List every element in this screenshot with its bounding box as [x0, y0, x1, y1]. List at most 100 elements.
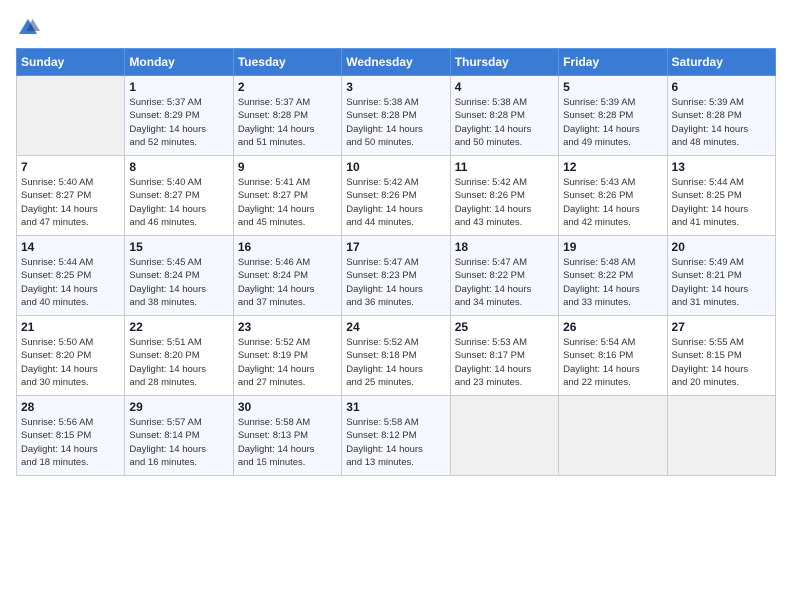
cell-info: Sunrise: 5:37 AM Sunset: 8:29 PM Dayligh…	[129, 96, 228, 149]
calendar-cell: 22 Sunrise: 5:51 AM Sunset: 8:20 PM Dayli…	[125, 316, 233, 396]
day-header-tuesday: Tuesday	[233, 49, 341, 76]
day-number: 25	[455, 320, 554, 334]
cell-info: Sunrise: 5:51 AM Sunset: 8:20 PM Dayligh…	[129, 336, 228, 389]
day-number: 20	[672, 240, 771, 254]
calendar-cell: 8 Sunrise: 5:40 AM Sunset: 8:27 PM Daylig…	[125, 156, 233, 236]
day-number: 12	[563, 160, 662, 174]
cell-info: Sunrise: 5:44 AM Sunset: 8:25 PM Dayligh…	[21, 256, 120, 309]
calendar-cell: 4 Sunrise: 5:38 AM Sunset: 8:28 PM Daylig…	[450, 76, 558, 156]
day-number: 14	[21, 240, 120, 254]
day-number: 23	[238, 320, 337, 334]
day-number: 5	[563, 80, 662, 94]
calendar-cell: 7 Sunrise: 5:40 AM Sunset: 8:27 PM Daylig…	[17, 156, 125, 236]
logo-area	[16, 16, 44, 40]
calendar-cell: 30Sunrise: 5:58 AM Sunset: 8:13 PM Dayli…	[233, 396, 341, 476]
cell-info: Sunrise: 5:42 AM Sunset: 8:26 PM Dayligh…	[346, 176, 445, 229]
week-row-2: 7 Sunrise: 5:40 AM Sunset: 8:27 PM Daylig…	[17, 156, 776, 236]
day-number: 10	[346, 160, 445, 174]
day-number: 27	[672, 320, 771, 334]
cell-info: Sunrise: 5:48 AM Sunset: 8:22 PM Dayligh…	[563, 256, 662, 309]
calendar-cell: 20Sunrise: 5:49 AM Sunset: 8:21 PM Dayli…	[667, 236, 775, 316]
week-row-5: 28 Sunrise: 5:56 AM Sunset: 8:15 PM Dayli…	[17, 396, 776, 476]
day-number: 29	[129, 400, 228, 414]
calendar-cell: 16 Sunrise: 5:46 AM Sunset: 8:24 PM Dayli…	[233, 236, 341, 316]
cell-info: Sunrise: 5:40 AM Sunset: 8:27 PM Dayligh…	[21, 176, 120, 229]
calendar-cell: 11 Sunrise: 5:42 AM Sunset: 8:26 PM Dayli…	[450, 156, 558, 236]
cell-info: Sunrise: 5:45 AM Sunset: 8:24 PM Dayligh…	[129, 256, 228, 309]
cell-info: Sunrise: 5:40 AM Sunset: 8:27 PM Dayligh…	[129, 176, 228, 229]
calendar-cell: 26 Sunrise: 5:54 AM Sunset: 8:16 PM Dayli…	[559, 316, 667, 396]
day-number: 13	[672, 160, 771, 174]
calendar-cell: 12 Sunrise: 5:43 AM Sunset: 8:26 PM Dayli…	[559, 156, 667, 236]
cell-info: Sunrise: 5:57 AM Sunset: 8:14 PM Dayligh…	[129, 416, 228, 469]
calendar-cell: 28 Sunrise: 5:56 AM Sunset: 8:15 PM Dayli…	[17, 396, 125, 476]
week-row-1: 1Sunrise: 5:37 AM Sunset: 8:29 PM Daylig…	[17, 76, 776, 156]
day-number: 22	[129, 320, 228, 334]
calendar-cell: 23 Sunrise: 5:52 AM Sunset: 8:19 PM Dayli…	[233, 316, 341, 396]
cell-info: Sunrise: 5:39 AM Sunset: 8:28 PM Dayligh…	[563, 96, 662, 149]
cell-info: Sunrise: 5:46 AM Sunset: 8:24 PM Dayligh…	[238, 256, 337, 309]
day-number: 19	[563, 240, 662, 254]
calendar-cell	[450, 396, 558, 476]
cell-info: Sunrise: 5:58 AM Sunset: 8:13 PM Dayligh…	[238, 416, 337, 469]
cell-info: Sunrise: 5:42 AM Sunset: 8:26 PM Dayligh…	[455, 176, 554, 229]
cell-info: Sunrise: 5:38 AM Sunset: 8:28 PM Dayligh…	[346, 96, 445, 149]
calendar-cell: 13Sunrise: 5:44 AM Sunset: 8:25 PM Dayli…	[667, 156, 775, 236]
day-number: 21	[21, 320, 120, 334]
day-number: 6	[672, 80, 771, 94]
calendar-cell: 10 Sunrise: 5:42 AM Sunset: 8:26 PM Dayli…	[342, 156, 450, 236]
week-row-4: 21 Sunrise: 5:50 AM Sunset: 8:20 PM Dayli…	[17, 316, 776, 396]
calendar-cell: 6 Sunrise: 5:39 AM Sunset: 8:28 PM Daylig…	[667, 76, 775, 156]
day-number: 4	[455, 80, 554, 94]
cell-info: Sunrise: 5:54 AM Sunset: 8:16 PM Dayligh…	[563, 336, 662, 389]
calendar-cell: 24 Sunrise: 5:52 AM Sunset: 8:18 PM Dayli…	[342, 316, 450, 396]
day-number: 9	[238, 160, 337, 174]
calendar-cell	[667, 396, 775, 476]
calendar-cell: 5 Sunrise: 5:39 AM Sunset: 8:28 PM Daylig…	[559, 76, 667, 156]
calendar-cell: 21 Sunrise: 5:50 AM Sunset: 8:20 PM Dayli…	[17, 316, 125, 396]
day-number: 8	[129, 160, 228, 174]
cell-info: Sunrise: 5:55 AM Sunset: 8:15 PM Dayligh…	[672, 336, 771, 389]
calendar-cell: 29 Sunrise: 5:57 AM Sunset: 8:14 PM Dayli…	[125, 396, 233, 476]
day-number: 28	[21, 400, 120, 414]
calendar-cell: 15 Sunrise: 5:45 AM Sunset: 8:24 PM Dayli…	[125, 236, 233, 316]
calendar-cell: 31 Sunrise: 5:58 AM Sunset: 8:12 PM Dayli…	[342, 396, 450, 476]
calendar-cell: 27 Sunrise: 5:55 AM Sunset: 8:15 PM Dayli…	[667, 316, 775, 396]
day-number: 24	[346, 320, 445, 334]
header	[16, 16, 776, 40]
day-number: 17	[346, 240, 445, 254]
week-row-3: 14 Sunrise: 5:44 AM Sunset: 8:25 PM Dayli…	[17, 236, 776, 316]
cell-info: Sunrise: 5:52 AM Sunset: 8:18 PM Dayligh…	[346, 336, 445, 389]
calendar-cell: 25 Sunrise: 5:53 AM Sunset: 8:17 PM Dayli…	[450, 316, 558, 396]
day-number: 16	[238, 240, 337, 254]
cell-info: Sunrise: 5:50 AM Sunset: 8:20 PM Dayligh…	[21, 336, 120, 389]
cell-info: Sunrise: 5:52 AM Sunset: 8:19 PM Dayligh…	[238, 336, 337, 389]
calendar-cell: 9 Sunrise: 5:41 AM Sunset: 8:27 PM Daylig…	[233, 156, 341, 236]
calendar-cell: 2Sunrise: 5:37 AM Sunset: 8:28 PM Daylig…	[233, 76, 341, 156]
cell-info: Sunrise: 5:39 AM Sunset: 8:28 PM Dayligh…	[672, 96, 771, 149]
day-number: 18	[455, 240, 554, 254]
day-header-thursday: Thursday	[450, 49, 558, 76]
day-header-monday: Monday	[125, 49, 233, 76]
day-number: 31	[346, 400, 445, 414]
calendar-table: SundayMondayTuesdayWednesdayThursdayFrid…	[16, 48, 776, 476]
cell-info: Sunrise: 5:47 AM Sunset: 8:23 PM Dayligh…	[346, 256, 445, 309]
cell-info: Sunrise: 5:47 AM Sunset: 8:22 PM Dayligh…	[455, 256, 554, 309]
cell-info: Sunrise: 5:43 AM Sunset: 8:26 PM Dayligh…	[563, 176, 662, 229]
day-number: 3	[346, 80, 445, 94]
day-number: 15	[129, 240, 228, 254]
logo-icon	[16, 16, 40, 40]
day-header-saturday: Saturday	[667, 49, 775, 76]
calendar-cell: 14 Sunrise: 5:44 AM Sunset: 8:25 PM Dayli…	[17, 236, 125, 316]
cell-info: Sunrise: 5:38 AM Sunset: 8:28 PM Dayligh…	[455, 96, 554, 149]
cell-info: Sunrise: 5:41 AM Sunset: 8:27 PM Dayligh…	[238, 176, 337, 229]
calendar-cell: 17 Sunrise: 5:47 AM Sunset: 8:23 PM Dayli…	[342, 236, 450, 316]
cell-info: Sunrise: 5:58 AM Sunset: 8:12 PM Dayligh…	[346, 416, 445, 469]
day-number: 2	[238, 80, 337, 94]
cell-info: Sunrise: 5:56 AM Sunset: 8:15 PM Dayligh…	[21, 416, 120, 469]
day-number: 7	[21, 160, 120, 174]
cell-info: Sunrise: 5:53 AM Sunset: 8:17 PM Dayligh…	[455, 336, 554, 389]
day-number: 26	[563, 320, 662, 334]
header-row: SundayMondayTuesdayWednesdayThursdayFrid…	[17, 49, 776, 76]
day-number: 11	[455, 160, 554, 174]
